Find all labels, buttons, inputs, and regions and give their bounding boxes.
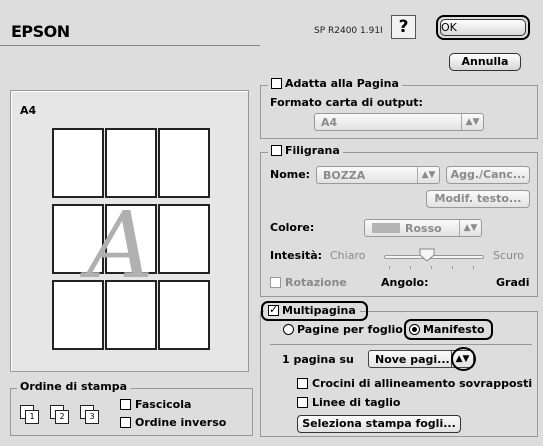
crop-marks-label: Crocini di allineamento sovrapposti bbox=[312, 377, 533, 390]
preview-tile bbox=[52, 128, 104, 198]
slider-tick bbox=[431, 266, 432, 269]
reverse-order-label: Ordine inverso bbox=[135, 416, 227, 429]
watermark-name-label: Nome: bbox=[270, 168, 311, 181]
reverse-order-option[interactable]: Ordine inverso bbox=[120, 416, 226, 429]
print-order-title: Ordine di stampa bbox=[17, 380, 131, 393]
preview-paper-label: A4 bbox=[20, 104, 37, 117]
collate-checkbox[interactable] bbox=[120, 399, 131, 410]
version-label: SP R2400 1.91I bbox=[314, 26, 383, 36]
cut-lines-checkbox[interactable] bbox=[297, 397, 308, 408]
crop-marks-checkbox[interactable] bbox=[297, 378, 308, 389]
highlight-outline bbox=[451, 347, 476, 371]
divider bbox=[0, 45, 260, 46]
cancel-button[interactable]: Annulla bbox=[449, 53, 521, 71]
highlight-outline bbox=[404, 319, 493, 340]
crop-marks-option[interactable]: Crocini di allineamento sovrapposti bbox=[297, 377, 532, 390]
radio-pages-per-sheet-dot[interactable] bbox=[283, 324, 294, 335]
fit-to-page-title[interactable]: Adatta alla Pagina bbox=[268, 77, 402, 90]
intensity-low-label: Chiaro bbox=[330, 249, 366, 262]
select-arrows-icon: ▲▼ bbox=[461, 114, 483, 130]
select-sheets-button[interactable]: Seleziona stampa fogli... bbox=[297, 415, 461, 433]
slider-tick bbox=[452, 266, 453, 269]
ok-button-label: OK bbox=[440, 19, 526, 36]
output-format-label: Formato carta di output: bbox=[270, 96, 423, 109]
highlight-outline bbox=[261, 301, 368, 321]
degrees-label: Gradi bbox=[496, 276, 530, 289]
help-button[interactable]: ? bbox=[391, 15, 416, 39]
divider bbox=[270, 344, 532, 345]
preview-tile bbox=[158, 204, 210, 274]
watermark-checkbox[interactable] bbox=[271, 145, 282, 156]
intensity-slider-thumb[interactable] bbox=[419, 248, 435, 262]
preview-tile bbox=[158, 280, 210, 350]
radio-pages-per-sheet-label: Pagine per foglio bbox=[297, 323, 403, 336]
slider-tick bbox=[473, 266, 474, 269]
one-page-on-label: 1 pagina su bbox=[282, 353, 354, 366]
intensity-high-label: Scuro bbox=[493, 249, 525, 262]
output-format-select[interactable]: A4 ▲▼ bbox=[314, 113, 484, 131]
edit-text-button[interactable]: Modif. testo... bbox=[426, 190, 530, 208]
slider-tick bbox=[410, 266, 411, 269]
watermark-name-select[interactable]: BOZZA ▲▼ bbox=[316, 166, 440, 184]
watermark-preview-glyph: A bbox=[87, 192, 154, 299]
fit-to-page-checkbox[interactable] bbox=[271, 78, 282, 89]
brand-logo: EPSON bbox=[11, 22, 70, 41]
page-order-icon: 1 bbox=[25, 410, 39, 424]
color-select[interactable]: Rosso ▲▼ bbox=[364, 219, 482, 237]
cut-lines-label: Linee di taglio bbox=[312, 396, 401, 409]
poster-size-value: Nove pagi... bbox=[375, 353, 450, 366]
collate-option[interactable]: Fascicola bbox=[120, 398, 191, 411]
preview-tile bbox=[158, 128, 210, 198]
color-value: Rosso bbox=[405, 222, 442, 235]
page-order-icon: 3 bbox=[85, 410, 99, 424]
color-swatch bbox=[372, 223, 400, 233]
watermark-name-value: BOZZA bbox=[323, 169, 366, 182]
watermark-title[interactable]: Filigrana bbox=[268, 144, 343, 157]
fit-to-page-label: Adatta alla Pagina bbox=[285, 77, 399, 90]
output-format-value: A4 bbox=[321, 116, 338, 129]
page-order-icon: 2 bbox=[55, 410, 69, 424]
preview-tile bbox=[105, 128, 157, 198]
select-arrows-icon: ▲▼ bbox=[459, 220, 481, 236]
select-arrows-icon: ▲▼ bbox=[417, 167, 439, 183]
angle-label: Angolo: bbox=[381, 276, 429, 289]
ok-button[interactable]: OK bbox=[436, 15, 530, 40]
color-label: Colore: bbox=[270, 221, 315, 234]
rotation-checkbox[interactable] bbox=[270, 277, 281, 288]
collate-label: Fascicola bbox=[135, 398, 192, 411]
rotation-option[interactable]: Rotazione bbox=[270, 276, 347, 289]
add-delete-watermark-button[interactable]: Agg./Canc... bbox=[446, 166, 530, 184]
slider-tick bbox=[389, 266, 390, 269]
watermark-label: Filigrana bbox=[285, 144, 340, 157]
intensity-label: Intesità: bbox=[270, 249, 323, 262]
rotation-label: Rotazione bbox=[285, 276, 347, 289]
radio-pages-per-sheet[interactable]: Pagine per foglio bbox=[283, 323, 403, 336]
reverse-order-checkbox[interactable] bbox=[120, 417, 131, 428]
cut-lines-option[interactable]: Linee di taglio bbox=[297, 396, 401, 409]
